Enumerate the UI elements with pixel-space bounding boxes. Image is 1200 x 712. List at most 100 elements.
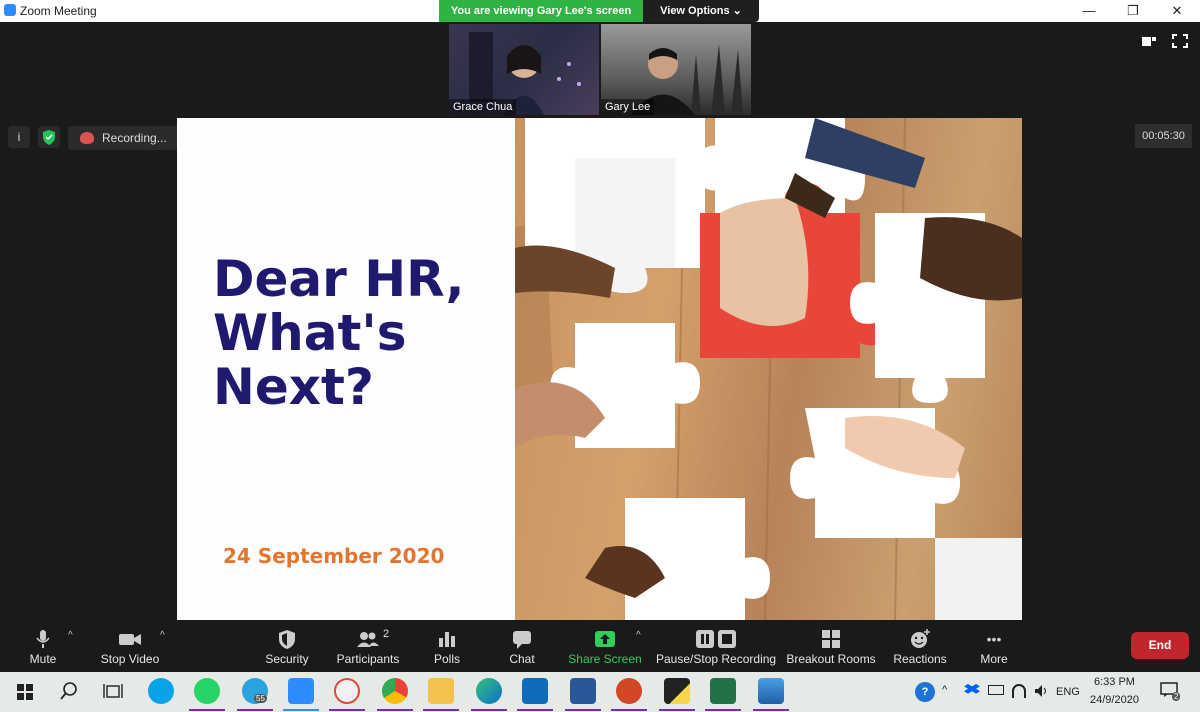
pause-stop-recording-label: Pause/Stop Recording xyxy=(656,652,777,666)
powerpoint-icon[interactable] xyxy=(616,678,642,704)
slide-date: 24 September 2020 xyxy=(223,544,445,568)
restore-button[interactable]: ❐ xyxy=(1110,0,1156,22)
language-indicator[interactable]: ENG xyxy=(1056,686,1080,698)
audio-options-caret-icon[interactable]: ^ xyxy=(68,630,73,641)
puzzle-photo xyxy=(515,118,1022,620)
zoom-taskbar-icon[interactable] xyxy=(288,678,314,704)
reactions-smiley-icon xyxy=(911,629,930,648)
word-icon[interactable] xyxy=(570,678,596,704)
task-view-icon[interactable] xyxy=(100,678,126,704)
end-meeting-button[interactable]: End xyxy=(1131,632,1189,659)
gallery-view-icon[interactable] xyxy=(1141,34,1157,48)
slide-title-line-3: Next? xyxy=(213,358,374,416)
view-options-button[interactable]: View Options ⌄ xyxy=(643,0,759,22)
security-label: Security xyxy=(265,652,309,666)
participant-tile-2[interactable]: Gary Lee xyxy=(601,24,751,115)
dropbox-icon[interactable] xyxy=(964,684,980,694)
zoom-active-indicator xyxy=(283,709,319,711)
outlook-icon[interactable] xyxy=(522,678,548,704)
whatsapp-icon[interactable] xyxy=(194,678,220,704)
slide-title-line-1: Dear HR, xyxy=(213,250,465,308)
microphone-icon xyxy=(36,630,50,648)
sticky-notes-active-indicator xyxy=(659,709,695,711)
security-button[interactable]: Security xyxy=(262,620,312,672)
windows-start-icon[interactable] xyxy=(12,678,38,704)
puzzle-illustration xyxy=(515,118,1022,620)
breakout-rooms-button[interactable]: Breakout Rooms xyxy=(786,620,876,672)
more-label: More xyxy=(980,652,1008,666)
share-options-caret-icon[interactable]: ^ xyxy=(636,630,641,641)
share-screen-arrow-icon xyxy=(595,631,615,647)
recording-indicator[interactable]: Recording... xyxy=(68,126,181,150)
windows-taskbar: 55 ? ^ ENG 6:33 PM 24/9/2020 2 xyxy=(0,672,1200,712)
meeting-info-icon[interactable]: i xyxy=(8,126,30,148)
cloud-recording-icon xyxy=(80,132,94,144)
snipping-tool-icon[interactable] xyxy=(334,678,360,704)
chat-bubble-icon xyxy=(513,631,531,649)
reactions-label: Reactions xyxy=(893,652,947,666)
search-icon[interactable] xyxy=(56,678,82,704)
participant-name-2: Gary Lee xyxy=(601,99,655,115)
wifi-icon[interactable] xyxy=(1012,684,1026,698)
recording-label: Recording... xyxy=(102,131,167,145)
show-hidden-icons-caret-icon[interactable]: ^ xyxy=(942,684,947,696)
pause-stop-recording-button[interactable]: Pause/Stop Recording xyxy=(656,620,776,672)
stop-video-label: Stop Video xyxy=(100,652,160,666)
participants-icon xyxy=(357,632,379,647)
reactions-button[interactable]: Reactions xyxy=(892,620,948,672)
meeting-timer: 00:05:30 xyxy=(1135,124,1192,148)
viewing-screen-banner: You are viewing Gary Lee's screen xyxy=(439,0,643,22)
chrome-active-indicator xyxy=(377,709,413,711)
telegram-unread-badge: 55 xyxy=(254,694,267,703)
explorer-active-indicator xyxy=(423,709,459,711)
chrome-icon[interactable] xyxy=(382,678,408,704)
fullscreen-icon[interactable] xyxy=(1172,34,1188,48)
minimize-button[interactable]: — xyxy=(1066,0,1112,22)
volume-icon[interactable] xyxy=(1034,684,1048,698)
more-dots-icon: ••• xyxy=(986,631,1002,647)
mute-label: Mute xyxy=(29,652,57,666)
participants-label: Participants xyxy=(336,652,400,666)
excel-active-indicator xyxy=(705,709,741,711)
sticky-notes-icon[interactable] xyxy=(664,678,690,704)
photos-active-indicator xyxy=(753,709,789,711)
clock-date[interactable]: 24/9/2020 xyxy=(1090,694,1139,706)
excel-icon[interactable] xyxy=(710,678,736,704)
powerpoint-active-indicator xyxy=(611,709,647,711)
participant-tile-1[interactable]: Grace Chua xyxy=(449,24,599,115)
photos-icon[interactable] xyxy=(758,678,784,704)
whatsapp-active-indicator xyxy=(189,709,225,711)
encryption-shield-icon[interactable] xyxy=(38,126,60,148)
edge-icon[interactable] xyxy=(476,678,502,704)
participants-count: 2 xyxy=(383,628,390,640)
clock-time[interactable]: 6:33 PM xyxy=(1094,676,1135,688)
stop-video-button[interactable]: Stop Video xyxy=(96,620,164,672)
chat-button[interactable]: Chat xyxy=(502,620,542,672)
snip-active-indicator xyxy=(329,709,365,711)
skype-icon[interactable] xyxy=(148,678,174,704)
outlook-active-indicator xyxy=(517,709,553,711)
close-button[interactable]: ✕ xyxy=(1154,0,1200,22)
file-explorer-icon[interactable] xyxy=(428,678,454,704)
share-screen-button[interactable]: Share Screen xyxy=(568,620,642,672)
slide-title-line-2: What's xyxy=(213,304,407,362)
polls-icon xyxy=(439,632,455,647)
more-button[interactable]: ••• More xyxy=(974,620,1014,672)
video-options-caret-icon[interactable]: ^ xyxy=(160,630,165,641)
notifications-badge: 2 xyxy=(1172,692,1181,701)
video-camera-icon xyxy=(119,634,141,645)
shared-screen-slide: Dear HR, What's Next? 24 September 2020 xyxy=(177,118,1022,620)
mute-button[interactable]: Mute xyxy=(20,620,66,672)
polls-button[interactable]: Polls xyxy=(427,620,467,672)
window-title: Zoom Meeting xyxy=(20,4,97,18)
word-active-indicator xyxy=(565,709,601,711)
participant-name-1: Grace Chua xyxy=(449,99,517,115)
help-icon[interactable]: ? xyxy=(915,682,935,702)
battery-icon[interactable] xyxy=(988,685,1004,695)
telegram-active-indicator xyxy=(237,709,273,711)
breakout-rooms-icon xyxy=(822,630,840,648)
slide-title: Dear HR, What's Next? xyxy=(213,252,493,414)
participants-button[interactable]: 2 Participants xyxy=(333,620,403,672)
pause-stop-icon xyxy=(696,630,736,648)
zoom-app-icon xyxy=(4,4,16,16)
